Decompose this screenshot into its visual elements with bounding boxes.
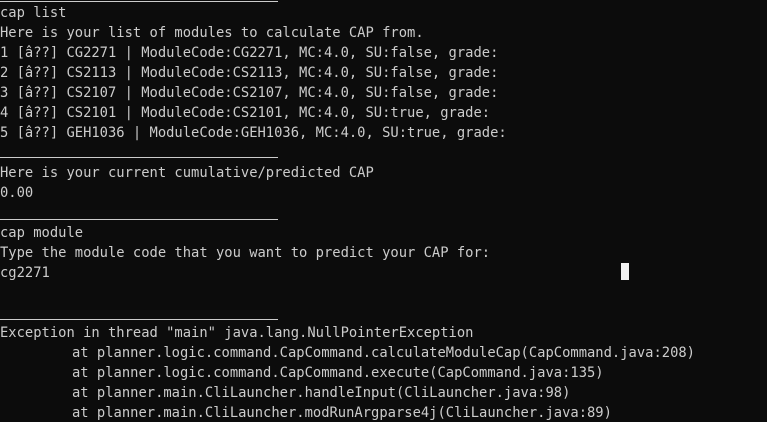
module-list-item: 4 [â??] CS2101 | ModuleCode:CS2101, MC:4… xyxy=(0,105,491,121)
text-cursor xyxy=(621,263,629,280)
stack-trace-line: at planner.logic.command.CapCommand.calc… xyxy=(72,345,695,361)
command-line: cap list xyxy=(0,5,67,21)
module-list-item: 3 [â??] CS2107 | ModuleCode:CS2107, MC:4… xyxy=(0,85,499,101)
module-list-item: 5 [â??] GEH1036 | ModuleCode:GEH1036, MC… xyxy=(0,125,507,141)
stack-trace-line: at planner.main.CliLauncher.modRunArgpar… xyxy=(72,405,612,421)
output-line: Here is your list of modules to calculat… xyxy=(0,25,424,41)
module-list-item: 2 [â??] CS2113 | ModuleCode:CS2113, MC:4… xyxy=(0,65,499,81)
command-line: cap module xyxy=(0,225,84,241)
separator-line xyxy=(0,157,278,158)
exception-line: Exception in thread "main" java.lang.Nul… xyxy=(0,325,474,341)
separator-line xyxy=(0,1,278,2)
stack-trace-line: at planner.logic.command.CapCommand.exec… xyxy=(72,365,604,381)
user-input-line[interactable]: cg2271 xyxy=(0,263,50,283)
separator-line xyxy=(0,219,278,220)
cap-value: 0.00 xyxy=(0,185,34,201)
stack-trace-line: at planner.main.CliLauncher.handleInput(… xyxy=(72,385,571,401)
separator-line xyxy=(0,319,278,320)
prompt-line: Type the module code that you want to pr… xyxy=(0,245,491,261)
console-window[interactable]: cap list Here is your list of modules to… xyxy=(0,0,767,422)
output-line: Here is your current cumulative/predicte… xyxy=(0,165,374,181)
module-list-item: 1 [â??] CG2271 | ModuleCode:CG2271, MC:4… xyxy=(0,45,499,61)
